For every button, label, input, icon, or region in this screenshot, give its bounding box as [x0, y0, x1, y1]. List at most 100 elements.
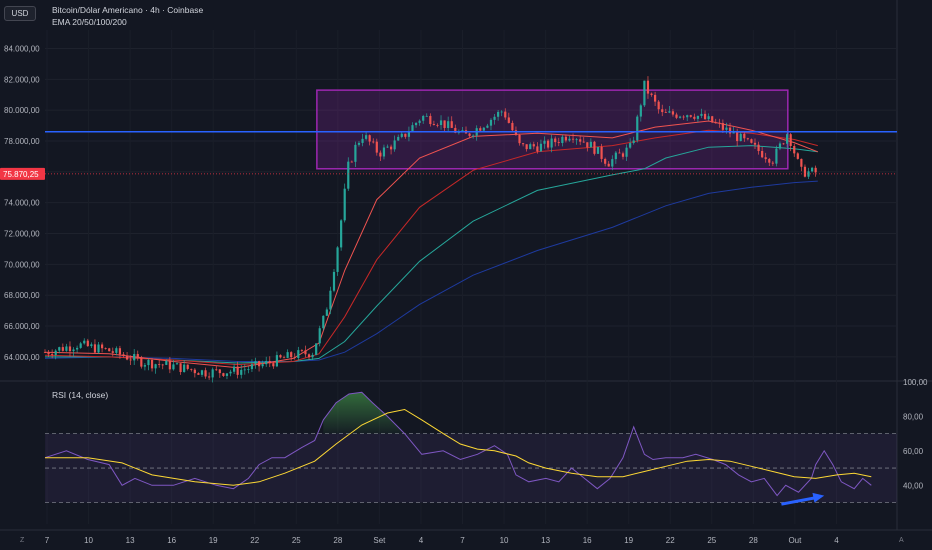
- consolidation-box[interactable]: [316, 89, 789, 170]
- candle-body: [282, 357, 286, 359]
- candle-body: [429, 115, 432, 125]
- price-chart[interactable]: 84.000,0082.000,0080.000,0078.000,0076.0…: [0, 0, 932, 550]
- candle-body: [325, 309, 328, 316]
- candle-body: [129, 359, 132, 361]
- candle-body: [636, 116, 639, 141]
- candle-body: [671, 111, 675, 115]
- candle-body: [814, 167, 817, 173]
- candle-body: [125, 356, 129, 360]
- candle-body: [529, 144, 532, 150]
- candle-body: [639, 105, 642, 117]
- candle-body: [297, 350, 300, 358]
- candle-body: [725, 127, 728, 130]
- candle-body: [240, 369, 243, 375]
- range-box[interactable]: [316, 89, 789, 170]
- candle-body: [243, 369, 246, 371]
- candle-body: [618, 152, 621, 154]
- candle: [108, 347, 111, 352]
- candle-body: [204, 370, 207, 377]
- candle-body: [168, 360, 171, 370]
- candle-body: [686, 115, 689, 118]
- candle-body: [707, 116, 710, 120]
- candle-body: [546, 140, 550, 148]
- candle-body: [668, 111, 671, 113]
- candle-body: [718, 122, 721, 124]
- candle-body: [643, 80, 646, 106]
- candle-body: [425, 115, 428, 117]
- candle-body: [300, 350, 303, 351]
- candle-body: [361, 138, 364, 143]
- time-tick-label: 10: [500, 536, 509, 545]
- time-tick-label: 4: [834, 536, 839, 545]
- candle-body: [589, 141, 592, 148]
- candle-body: [147, 359, 150, 366]
- candle-body: [497, 111, 500, 117]
- candle-body: [154, 364, 157, 369]
- candle-body: [493, 116, 496, 120]
- candle-body: [290, 352, 293, 358]
- candle-body: [261, 364, 264, 367]
- candle: [315, 343, 318, 356]
- candle-body: [443, 120, 446, 128]
- candle-body: [775, 148, 778, 164]
- auto-scale-icon[interactable]: A: [899, 537, 904, 544]
- candle-body: [115, 348, 118, 353]
- candle-body: [197, 373, 200, 375]
- candle-body: [746, 138, 749, 140]
- price-tick-label: 80.000,00: [4, 106, 40, 115]
- candle-body: [365, 135, 368, 139]
- candle-body: [336, 247, 339, 272]
- price-tick-label: 78.000,00: [4, 137, 40, 146]
- zoom-reset-icon[interactable]: Z: [20, 537, 24, 544]
- candle: [332, 269, 336, 293]
- candle-body: [83, 340, 86, 344]
- candle-body: [150, 359, 154, 369]
- candle-body: [514, 130, 518, 135]
- last-price-label: 75.870,25: [3, 170, 39, 179]
- candle-body: [664, 112, 667, 113]
- time-tick-label: 28: [749, 536, 758, 545]
- candle-body: [218, 369, 221, 374]
- candle-body: [422, 115, 425, 121]
- candle-body: [372, 141, 375, 143]
- candle-body: [675, 114, 678, 118]
- candle-body: [229, 371, 232, 374]
- candle-body: [621, 153, 625, 157]
- candle-body: [596, 146, 600, 154]
- currency-button[interactable]: USD: [4, 6, 36, 21]
- time-tick-label: 22: [250, 536, 259, 545]
- candle-body: [79, 343, 82, 348]
- candle-body: [554, 138, 557, 143]
- candle-body: [133, 354, 136, 361]
- candle-body: [72, 349, 75, 352]
- candle-body: [536, 146, 539, 152]
- candle-body: [511, 122, 514, 131]
- candle-body: [76, 347, 79, 350]
- candle-body: [172, 364, 175, 370]
- candle-body: [579, 139, 582, 142]
- candle-body: [322, 315, 325, 329]
- candle-body: [329, 290, 332, 310]
- candle-body: [193, 369, 196, 374]
- candle-body: [382, 147, 386, 157]
- candle-body: [375, 141, 378, 153]
- candle-body: [54, 350, 57, 356]
- candle-body: [575, 139, 578, 141]
- candle-body: [61, 347, 64, 351]
- candle-body: [743, 133, 746, 139]
- candle-body: [265, 360, 268, 365]
- candle-body: [728, 127, 732, 134]
- candle-body: [432, 124, 435, 125]
- candle-body: [118, 348, 122, 355]
- candle-body: [786, 134, 789, 144]
- candle-body: [386, 146, 389, 148]
- candle: [340, 219, 343, 251]
- candle-body: [311, 354, 314, 358]
- price-tick-label: 82.000,00: [4, 75, 40, 84]
- candle-body: [47, 352, 50, 355]
- candle-body: [447, 121, 450, 128]
- time-tick-label: 25: [292, 536, 301, 545]
- candle-body: [43, 352, 47, 354]
- candle-body: [646, 80, 650, 94]
- candle-body: [629, 143, 632, 148]
